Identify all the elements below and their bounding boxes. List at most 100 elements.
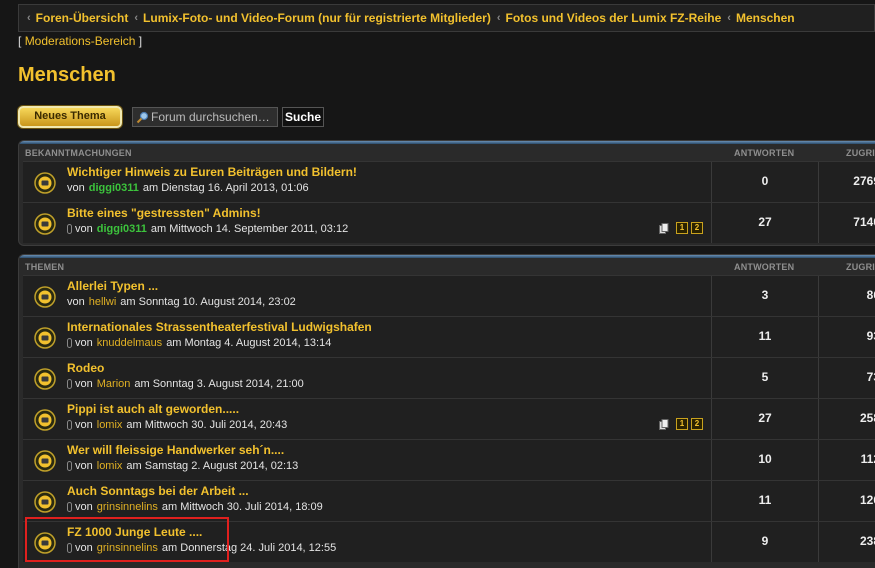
header-replies: ANTWORTEN	[734, 147, 795, 158]
topic-title-link[interactable]: Rodeo	[67, 361, 104, 375]
topic-author-link[interactable]: diggi0311	[89, 182, 139, 194]
breadcrumb-item-index[interactable]: Foren-Übersicht	[36, 11, 129, 25]
meta-at: am	[126, 460, 142, 472]
search-icon	[136, 111, 149, 123]
pages-icon	[659, 222, 669, 234]
meta-at: am	[126, 419, 142, 431]
views-count: 126	[859, 493, 875, 507]
topic-date: Mittwoch 14. September 2011, 03:12	[169, 223, 349, 235]
page-link[interactable]: 1	[676, 222, 688, 234]
views-count: 258	[859, 411, 875, 425]
views-count: 73	[866, 370, 875, 384]
attachment-icon	[67, 543, 72, 553]
replies-count: 27	[758, 215, 772, 229]
pages-icon	[659, 418, 669, 430]
topic-author-link[interactable]: grinsinnelins	[97, 542, 158, 554]
views-count: 238	[859, 534, 875, 548]
topic-author-link[interactable]: diggi0311	[97, 223, 147, 235]
topic-row: Pippi ist auch alt geworden..... von lom…	[23, 398, 875, 439]
meta-at: am	[161, 542, 178, 554]
replies-count: 5	[761, 370, 769, 384]
search-input[interactable]: Forum durchsuchen…	[132, 107, 278, 127]
topic-row: Internationales Strassentheaterfestival …	[23, 316, 875, 357]
topic-date: Mittwoch 30. Juli 2014, 20:43	[144, 419, 288, 431]
meta-at: am	[161, 501, 178, 513]
topic-title-link[interactable]: Wer will fleissige Handwerker seh´n....	[67, 443, 284, 457]
topic-title-link[interactable]: Wichtiger Hinweis zu Euren Beiträgen und…	[67, 165, 357, 179]
topic-read-icon	[34, 368, 56, 390]
topic-date: Dienstag 16. April 2013, 01:06	[161, 182, 309, 194]
topic-date: Sonntag 3. August 2014, 21:00	[152, 378, 304, 390]
views-count: 7140	[853, 215, 875, 229]
topic-title-link[interactable]: Bitte eines "gestressten" Admins!	[67, 206, 261, 220]
topic-author-link[interactable]: knuddelmaus	[97, 337, 162, 349]
views-count: 93	[866, 329, 875, 343]
topic-date: Mittwoch 30. Juli 2014, 18:09	[180, 501, 323, 513]
new-topic-button[interactable]: Neues Thema	[18, 106, 122, 128]
topic-title-link[interactable]: Internationales Strassentheaterfestival …	[67, 320, 372, 334]
topic-author-link[interactable]: grinsinnelins	[97, 501, 158, 513]
topic-read-icon	[34, 213, 56, 235]
meta-at: am	[142, 182, 159, 194]
breadcrumb: ‹ Foren-Übersicht ‹ Lumix-Foto- und Vide…	[18, 4, 875, 32]
topic-read-icon	[34, 532, 56, 554]
topic-row: Auch Sonntags bei der Arbeit ... von gri…	[23, 480, 875, 521]
meta-at: am	[134, 378, 150, 390]
topic-read-icon	[34, 327, 56, 349]
chevron-left-icon: ‹	[27, 12, 31, 24]
topic-read-icon	[34, 491, 56, 513]
topic-date: Samstag 2. August 2014, 02:13	[144, 460, 299, 472]
views-count: 86	[866, 288, 875, 302]
topic-date: Montag 4. August 2014, 13:14	[184, 337, 332, 349]
replies-count: 27	[758, 411, 772, 425]
topic-read-icon	[34, 450, 56, 472]
page-link[interactable]: 1	[676, 418, 688, 430]
topic-pagination: 1 2	[659, 222, 703, 234]
topic-author-link[interactable]: lomix	[97, 460, 123, 472]
topic-read-icon	[34, 172, 56, 194]
replies-count: 9	[761, 534, 769, 548]
announcements-header: BEKANNTMACHUNGEN ANTWORTEN ZUGRIFFE	[19, 144, 875, 161]
topic-title-link[interactable]: FZ 1000 Junge Leute ....	[67, 525, 202, 539]
attachment-icon	[67, 502, 72, 512]
topic-author-link[interactable]: hellwi	[89, 296, 117, 308]
topic-meta: von hellwi am Sonntag 10. August 2014, 2…	[67, 296, 296, 308]
meta-by: von	[67, 296, 85, 308]
replies-count: 0	[761, 174, 769, 188]
topic-row: Wichtiger Hinweis zu Euren Beiträgen und…	[23, 161, 875, 202]
chevron-left-icon: ‹	[134, 12, 139, 24]
breadcrumb-item-forum[interactable]: Lumix-Foto- und Video-Forum (nur für reg…	[143, 11, 491, 25]
page-link[interactable]: 2	[691, 418, 703, 430]
replies-count: 11	[758, 329, 772, 343]
topic-author-link[interactable]: Marion	[97, 378, 131, 390]
attachment-icon	[67, 224, 72, 234]
topic-title-link[interactable]: Allerlei Typen ...	[67, 279, 158, 293]
replies-count: 3	[761, 288, 769, 302]
page-link[interactable]: 2	[691, 222, 703, 234]
topic-meta: von diggi0311 am Dienstag 16. April 2013…	[67, 182, 309, 194]
breadcrumb-item-fz[interactable]: Fotos und Videos der Lumix FZ-Reihe	[505, 11, 721, 25]
topic-row: Allerlei Typen ... von hellwi am Sonntag…	[23, 275, 875, 316]
meta-at: am	[150, 223, 167, 235]
topic-read-icon	[34, 409, 56, 431]
replies-count: 11	[758, 493, 772, 507]
bracket-close: ]	[138, 34, 143, 48]
views-count: 2769	[853, 174, 875, 188]
views-count: 112	[860, 452, 875, 466]
breadcrumb-item-current[interactable]: Menschen	[736, 11, 795, 25]
header-title: BEKANNTMACHUNGEN	[25, 147, 132, 158]
search-button[interactable]: Suche	[282, 107, 324, 127]
chevron-left-icon: ‹	[496, 12, 501, 24]
topic-meta: von Marion am Sonntag 3. August 2014, 21…	[67, 378, 304, 390]
topic-title-link[interactable]: Auch Sonntags bei der Arbeit ...	[67, 484, 249, 498]
moderation-link-container: [ Moderations-Bereich ]	[18, 34, 142, 48]
chevron-left-icon: ‹	[727, 12, 731, 24]
moderation-link[interactable]: Moderations-Bereich	[25, 34, 136, 48]
attachment-icon	[67, 379, 72, 389]
meta-by: von	[75, 501, 93, 513]
topic-title-link[interactable]: Pippi ist auch alt geworden.....	[67, 402, 239, 416]
page-title: Menschen	[18, 64, 116, 86]
topic-author-link[interactable]: lomix	[97, 419, 123, 431]
meta-by: von	[75, 542, 93, 554]
meta-at: am	[166, 337, 182, 349]
